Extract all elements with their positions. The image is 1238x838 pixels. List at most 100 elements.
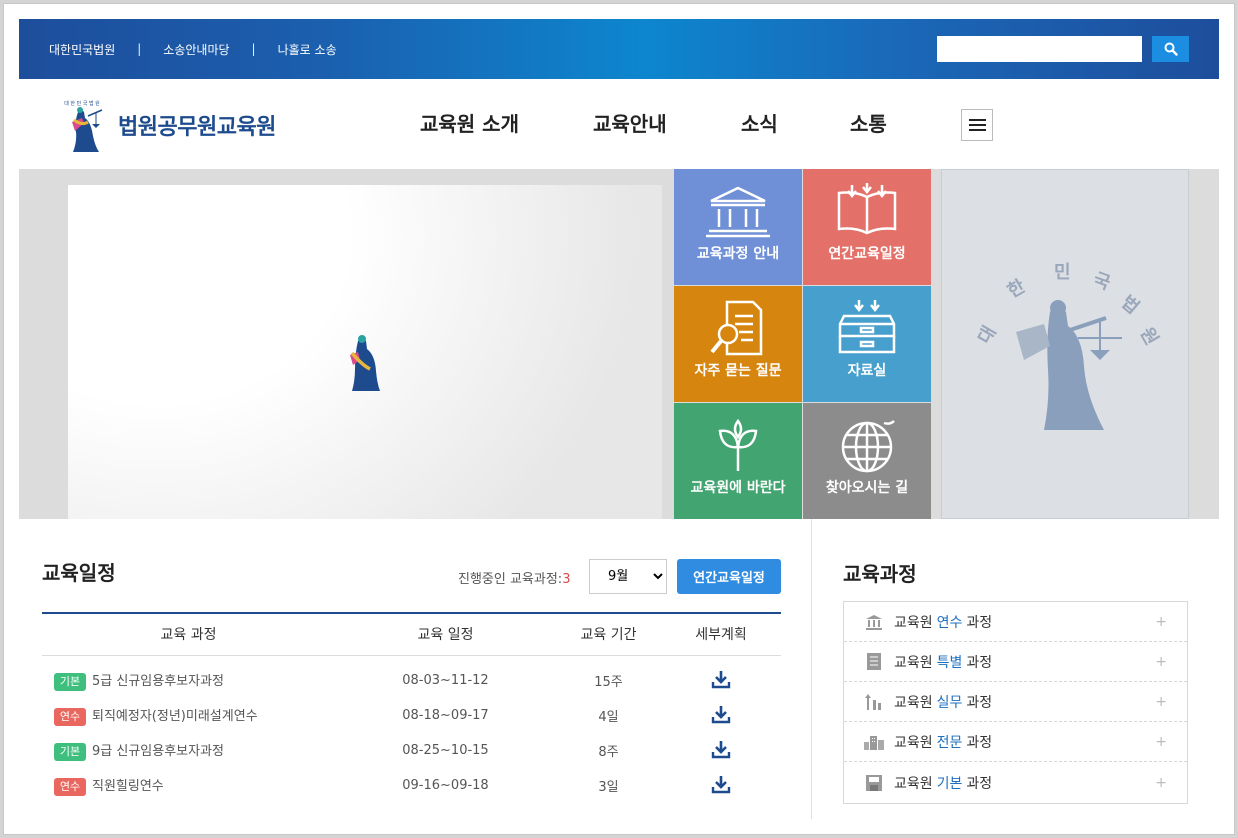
course-item-special[interactable]: 교육원 특별 과정 +: [844, 642, 1187, 682]
court-emblem-icon: 대 한 민 국 법 원: [974, 262, 1162, 430]
course-item-training[interactable]: 교육원 연수 과정 +: [844, 602, 1187, 642]
tile-label: 자주 묻는 질문: [694, 363, 782, 379]
link-self-litigation[interactable]: 나홀로 소송: [278, 41, 337, 58]
nav-about[interactable]: 교육원 소개: [420, 108, 593, 137]
search-input[interactable]: [937, 36, 1142, 62]
progress-count: 3: [562, 572, 571, 587]
building-icon: [706, 186, 770, 238]
nav-communication[interactable]: 소통: [850, 108, 887, 137]
month-select[interactable]: 9월: [589, 559, 667, 594]
course-suffix: 과정: [966, 734, 993, 751]
top-bar: 대한민국법원 | 소송안내마당 | 나홀로 소송: [19, 19, 1219, 79]
expand-icon[interactable]: +: [1155, 654, 1167, 670]
hamburger-icon: [968, 119, 986, 121]
download-icon[interactable]: [711, 704, 731, 724]
document-icon: [867, 653, 881, 670]
court-emblem-panel: 대 한 민 국 법 원: [941, 169, 1189, 519]
download-icon[interactable]: [711, 669, 731, 689]
course-period: 8주: [598, 745, 619, 760]
buildings-icon: [864, 735, 884, 750]
table-row[interactable]: 연수 퇴직예정자(정년)미래설계연수 08-18~09-17 4일: [42, 698, 781, 733]
course-list: 교육원 연수 과정 + 교육원 특별 과정 + 교육원 실무 과정 + 교육원 …: [843, 601, 1188, 804]
svg-text:대 한 민 국 법 원: 대 한 민 국 법 원: [64, 100, 100, 107]
header-course: 교육 과정: [42, 612, 335, 656]
tile-label: 교육원에 바란다: [690, 480, 786, 496]
tile-archive[interactable]: 자료실: [803, 286, 931, 402]
expand-icon[interactable]: +: [1155, 694, 1167, 710]
table-row[interactable]: 기본 9급 신규임용후보자과정 08-25~10-15 8주: [42, 733, 781, 768]
course-highlight: 실무: [936, 694, 963, 711]
course-item-basic[interactable]: 교육원 기본 과정 +: [844, 762, 1187, 803]
course-prefix: 교육원: [894, 734, 933, 751]
save-icon: [866, 774, 882, 791]
justice-figure-icon: [350, 335, 380, 391]
course-name[interactable]: 5급 신규임용후보자과정: [92, 674, 224, 689]
tile-directions[interactable]: 찾아오시는 길: [803, 403, 931, 519]
pillar-icon: [866, 614, 882, 630]
annual-schedule-button[interactable]: 연간교육일정: [677, 559, 781, 594]
tile-label: 연간교육일정: [828, 246, 906, 262]
expand-icon[interactable]: +: [1155, 614, 1167, 630]
course-name[interactable]: 퇴직예정자(정년)미래설계연수: [92, 709, 258, 724]
expand-icon[interactable]: +: [1155, 734, 1167, 750]
progress-info: 진행중인 교육과정:3: [458, 568, 570, 587]
course-dates: 09-16~09-18: [402, 778, 489, 793]
search-button[interactable]: [1152, 36, 1189, 62]
course-period: 4일: [598, 710, 619, 725]
badge-continuing: 연수: [54, 708, 86, 726]
header-period: 교육 기간: [556, 612, 661, 656]
utility-links: 대한민국법원 | 소송안내마당 | 나홀로 소송: [49, 19, 337, 79]
badge-basic: 기본: [54, 743, 86, 761]
logo-text: 법원공무원교육원: [118, 115, 276, 140]
document-search-icon: [710, 300, 763, 356]
tile-faq[interactable]: 자주 묻는 질문: [674, 286, 802, 402]
svg-text:국: 국: [1090, 269, 1113, 294]
course-dates: 08-03~11-12: [402, 673, 489, 688]
progress-label: 진행중인 교육과정:: [458, 572, 563, 587]
svg-text:원: 원: [1136, 324, 1162, 349]
tile-label: 찾아오시는 길: [825, 480, 909, 496]
link-litigation-guide[interactable]: 소송안내마당: [163, 41, 229, 58]
svg-text:법: 법: [1117, 292, 1143, 319]
course-highlight: 전문: [936, 734, 963, 751]
course-prefix: 교육원: [894, 775, 933, 792]
globe-icon: [841, 420, 895, 473]
course-prefix: 교육원: [894, 654, 933, 671]
course-period: 3일: [598, 780, 619, 795]
course-suffix: 과정: [966, 654, 993, 671]
svg-text:대: 대: [974, 323, 1000, 348]
separator: |: [251, 42, 256, 56]
course-dates: 08-25~10-15: [402, 743, 489, 758]
link-court[interactable]: 대한민국법원: [49, 41, 115, 58]
hamburger-menu-button[interactable]: [961, 109, 993, 141]
course-item-practical[interactable]: 교육원 실무 과정 +: [844, 682, 1187, 722]
course-item-expert[interactable]: 교육원 전문 과정 +: [844, 722, 1187, 762]
course-highlight: 특별: [936, 654, 963, 671]
archive-box-icon: [838, 300, 896, 354]
main-banner[interactable]: [68, 185, 662, 519]
table-header-row: 교육 과정 교육 일정 교육 기간 세부계획: [42, 612, 781, 656]
tile-label: 교육과정 안내: [696, 246, 780, 262]
section-divider: [811, 519, 812, 819]
header-dates: 교육 일정: [335, 612, 556, 656]
badge-continuing: 연수: [54, 778, 86, 796]
justice-figure-logo-icon: 대 한 민 국 법 원: [64, 100, 103, 152]
table-row[interactable]: 기본 5급 신규임용후보자과정 08-03~11-12 15주: [42, 663, 781, 698]
tile-course-guide[interactable]: 교육과정 안내: [674, 169, 802, 285]
tile-suggestions[interactable]: 교육원에 바란다: [674, 403, 802, 519]
sprout-icon: [718, 418, 758, 471]
download-icon[interactable]: [711, 739, 731, 759]
course-highlight: 연수: [936, 614, 963, 631]
course-name[interactable]: 직원힐링연수: [92, 779, 164, 794]
nav-education-guide[interactable]: 교육안내: [593, 108, 741, 137]
table-row[interactable]: 연수 직원힐링연수 09-16~09-18 3일: [42, 768, 781, 803]
download-icon[interactable]: [711, 774, 731, 794]
nav-news[interactable]: 소식: [741, 108, 850, 137]
course-name[interactable]: 9급 신규임용후보자과정: [92, 744, 224, 759]
course-period: 15주: [594, 675, 623, 690]
tile-annual-schedule[interactable]: 연간교육일정: [803, 169, 931, 285]
expand-icon[interactable]: +: [1155, 775, 1167, 791]
course-suffix: 과정: [966, 694, 993, 711]
course-suffix: 과정: [966, 775, 993, 792]
site-logo[interactable]: 대 한 민 국 법 원 법원공무원교육원: [52, 96, 276, 154]
